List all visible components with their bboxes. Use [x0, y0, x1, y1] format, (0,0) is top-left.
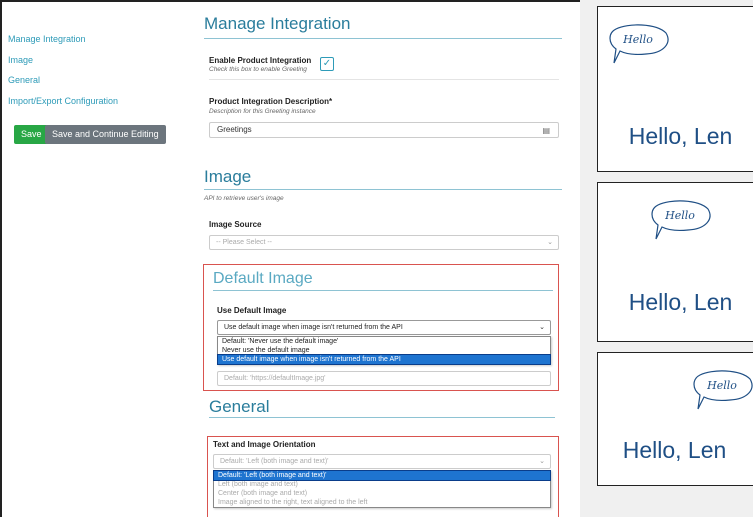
general-section-title: General [209, 397, 270, 416]
greeting-text: Hello, Len [628, 123, 733, 149]
save-and-continue-button[interactable]: Save and Continue Editing [45, 125, 166, 144]
bubble-text: Hello [622, 33, 653, 46]
greeting-text: Hello, Len [628, 289, 733, 315]
default-image-title: Default Image [213, 270, 313, 287]
preview-card-center: Hello Hello, Len [597, 182, 753, 342]
save-button[interactable]: Save [14, 125, 49, 144]
bubble-text: Hello [664, 209, 695, 222]
nav-link-general[interactable]: General [8, 75, 40, 85]
input-menu-icon[interactable]: ▤ [542, 124, 550, 138]
section-divider [204, 189, 562, 190]
section-divider [209, 417, 555, 418]
image-section-title: Image [204, 167, 252, 186]
chevron-down-icon: ⌄ [539, 324, 545, 331]
greeting-text: Hello, Len [622, 437, 727, 463]
image-source-label: Image Source [209, 220, 262, 229]
orientation-select[interactable]: Default: 'Left (both image and text)' ⌄ [213, 454, 551, 469]
default-image-url-placeholder: Default: 'https://defaultImage.jpg' [224, 375, 326, 382]
orientation-value: Default: 'Left (both image and text)' [220, 458, 329, 465]
sidebar: Manage Integration Image General Import/… [0, 0, 185, 517]
preview-card-left: Hello Hello, Len [597, 6, 753, 172]
field-divider [209, 79, 559, 80]
use-default-image-label: Use Default Image [217, 306, 287, 315]
chevron-down-icon: ⌄ [539, 458, 545, 465]
image-source-select[interactable]: -- Please Select -- ⌄ [209, 235, 559, 250]
description-help: Description for this Greeting instance [209, 108, 316, 115]
default-image-url-input[interactable]: Default: 'https://defaultImage.jpg' [217, 371, 551, 386]
image-section-help: API to retrieve user's image [204, 195, 284, 202]
manage-integration-title: Manage Integration [204, 14, 351, 33]
preview-card-right: Hello Hello, Len [597, 352, 753, 486]
description-input[interactable]: Greetings ▤ [209, 122, 559, 138]
description-label: Product Integration Description* [209, 97, 333, 106]
use-default-image-select[interactable]: Use default image when image isn't retur… [217, 320, 551, 335]
chevron-down-icon: ⌄ [547, 239, 553, 246]
enable-integration-help: Check this box to enable Greeting [209, 66, 307, 73]
speech-bubble-icon: Hello [651, 200, 711, 240]
enable-integration-checkbox[interactable]: ✓ [320, 57, 334, 71]
preview-panel: Hello Hello, Len Hello Hello, Len Hello … [580, 0, 753, 517]
nav-link-import-export[interactable]: Import/Export Configuration [8, 96, 118, 106]
section-divider [213, 290, 553, 291]
use-default-image-dropdown: Default: 'Never use the default image' N… [217, 336, 551, 365]
dropdown-option[interactable]: Image aligned to the right, text aligned… [214, 498, 550, 507]
speech-bubble-icon: Hello [693, 370, 753, 410]
image-source-value: -- Please Select -- [216, 239, 273, 246]
nav-link-manage-integration[interactable]: Manage Integration [8, 34, 86, 44]
dropdown-option-selected[interactable]: Use default image when image isn't retur… [217, 354, 551, 365]
use-default-image-value: Use default image when image isn't retur… [224, 324, 403, 331]
enable-integration-label: Enable Product Integration [209, 56, 312, 65]
orientation-label: Text and Image Orientation [213, 440, 316, 449]
description-value: Greetings [217, 125, 252, 134]
nav-link-image[interactable]: Image [8, 55, 33, 65]
dropdown-option[interactable]: Never use the default image [218, 346, 550, 355]
main-form: Manage Integration Enable Product Integr… [185, 0, 580, 517]
dropdown-option[interactable]: Default: 'Never use the default image' [218, 337, 550, 346]
orientation-dropdown: Default: 'Left (both image and text)' Le… [213, 470, 551, 508]
dropdown-option-selected[interactable]: Default: 'Left (both image and text)' [213, 470, 551, 481]
check-icon: ✓ [322, 58, 332, 69]
dropdown-option[interactable]: Left (both image and text) [214, 480, 550, 489]
bubble-text: Hello [706, 379, 737, 392]
dropdown-option[interactable]: Center (both image and text) [214, 489, 550, 498]
section-divider [204, 38, 562, 39]
speech-bubble-icon: Hello [609, 24, 669, 64]
